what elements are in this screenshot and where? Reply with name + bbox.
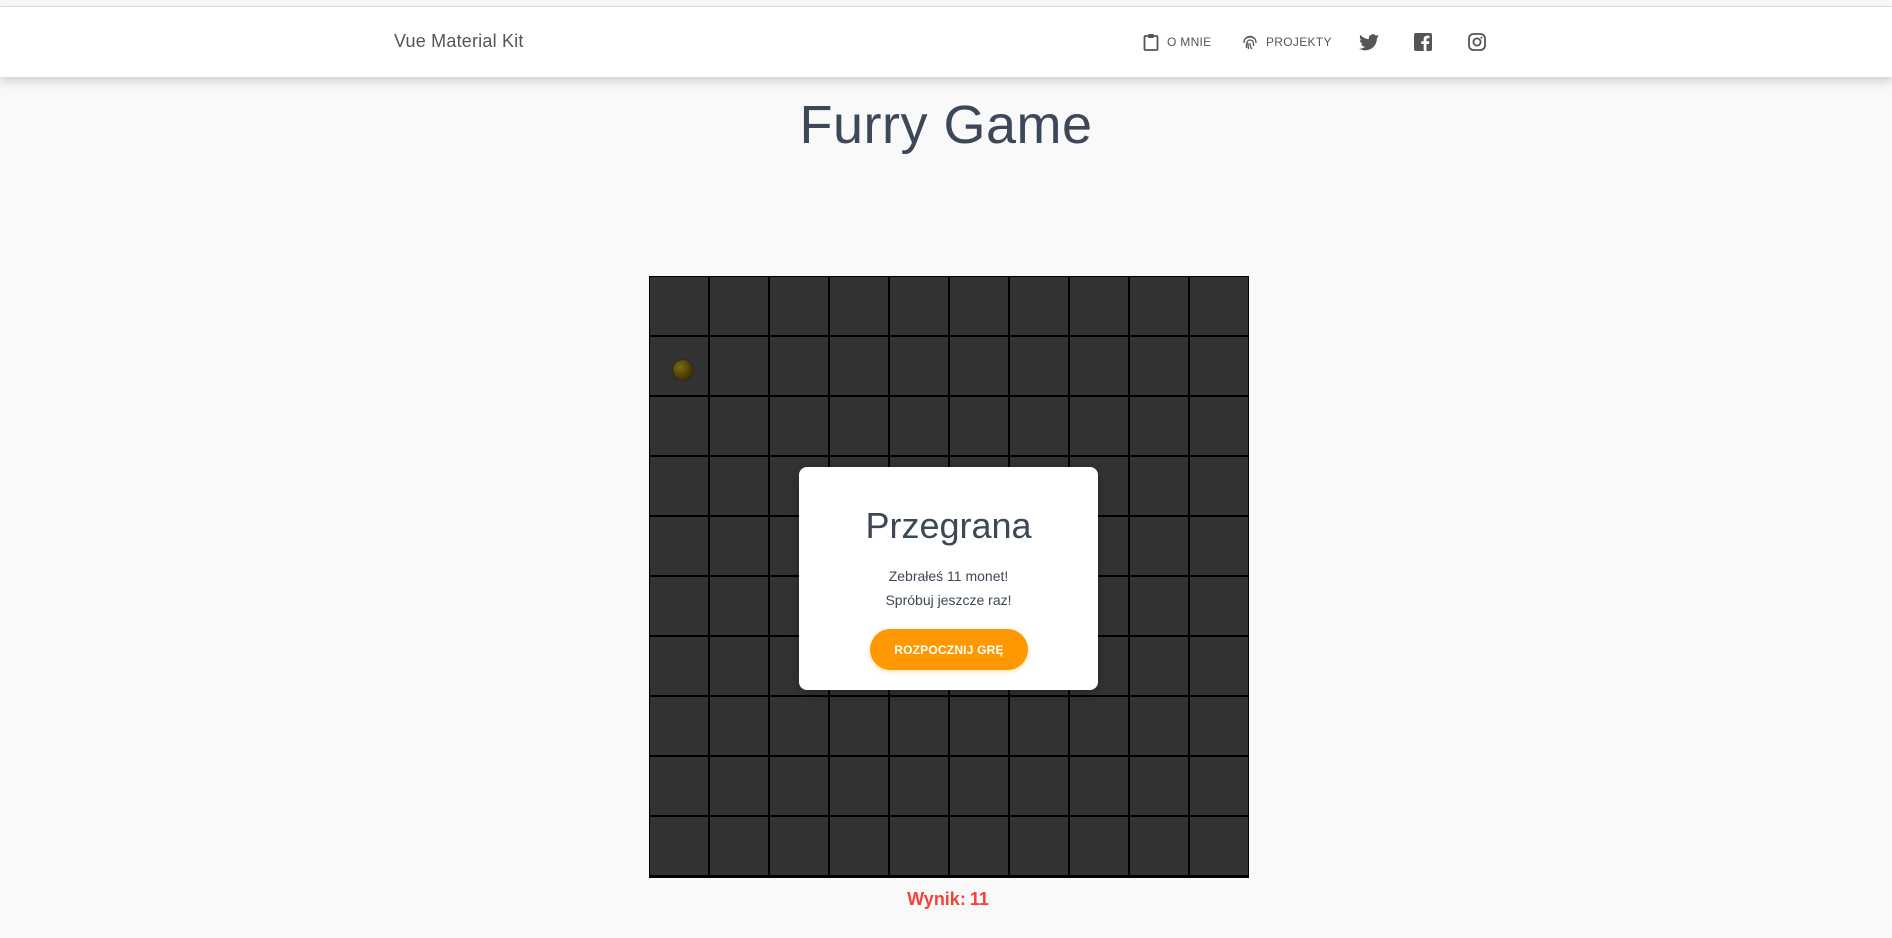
board-cell [1010,817,1068,875]
board-cell [950,697,1008,755]
board-cell [1130,817,1188,875]
board-cell [1190,817,1248,875]
board-cell [890,817,948,875]
board-cell [890,337,948,395]
board-cell [650,757,708,815]
board-cell [1130,517,1188,575]
clipboard-icon [1143,33,1159,51]
board-cell [1190,577,1248,635]
board-cell [1010,397,1068,455]
board-cell [1070,397,1128,455]
board-cell [710,457,768,515]
board-cell [710,697,768,755]
board-cell [770,817,828,875]
board-cell [710,517,768,575]
board-cell [1070,337,1128,395]
board-cell [770,397,828,455]
board-cell [650,277,708,335]
board-cell [1190,697,1248,755]
board-cell [830,337,888,395]
board-cell [950,277,1008,335]
board-cell [890,397,948,455]
board-cell [650,397,708,455]
board-cell [830,697,888,755]
board-cell [1130,697,1188,755]
nav-item-projekty[interactable]: Projekty [1242,29,1332,55]
board-cell [650,637,708,695]
board-cell [830,277,888,335]
board-cell [950,757,1008,815]
score-value: 11 [969,889,989,909]
board-cell [1010,757,1068,815]
board-cell [650,457,708,515]
board-cell [830,757,888,815]
coin-icon [673,360,693,380]
board-cell [1130,577,1188,635]
board-cell [830,397,888,455]
board-cell [770,697,828,755]
board-cell [1130,637,1188,695]
board-cell [710,817,768,875]
board-cell [1130,337,1188,395]
board-cell [950,397,1008,455]
board-cell [650,697,708,755]
board-cell [650,577,708,635]
board-cell [650,517,708,575]
board-cell [1010,697,1068,755]
board-cell [950,817,1008,875]
dialog-title: Przegrana [865,505,1032,546]
score-label: Wynik: [907,889,966,909]
navbar: Vue Material Kit O mnie Projekty [0,7,1892,77]
game-over-dialog: Przegrana Zebrałeś 11 monet! Spróbuj jes… [799,467,1098,690]
fingerprint-icon [1242,33,1258,51]
board-cell [1190,517,1248,575]
score: Wynik: 11 [0,889,1892,910]
board-cell [1070,817,1128,875]
board-cell [1010,277,1068,335]
nav-item-label: Projekty [1266,35,1332,49]
board-cell [710,277,768,335]
board-cell [1190,457,1248,515]
board-cell [890,757,948,815]
board-cell [950,337,1008,395]
collected-coins-text: Zebrałeś 11 monet! [888,568,1009,584]
nav-item-o-mnie[interactable]: O mnie [1143,29,1211,55]
board-cell [1130,397,1188,455]
board-cell [830,817,888,875]
facebook-icon[interactable] [1410,29,1436,55]
twitter-icon[interactable] [1356,29,1382,55]
nav-item-label: O mnie [1167,35,1212,49]
board-cell [1190,757,1248,815]
start-game-button[interactable]: ROZPOCZNIJ GRĘ [870,629,1028,670]
instagram-icon[interactable] [1464,29,1490,55]
brand-link[interactable]: Vue Material Kit [394,31,524,52]
board-cell [1130,457,1188,515]
board-cell [710,637,768,695]
board-cell [650,817,708,875]
board-cell [1070,757,1128,815]
board-cell [890,277,948,335]
board-cell [1070,277,1128,335]
board-cell [1190,337,1248,395]
board-cell [1130,757,1188,815]
board-cell [1190,637,1248,695]
board-cell [890,697,948,755]
board-cell [770,337,828,395]
board-cell [1070,697,1128,755]
board-cell [1190,397,1248,455]
board-cell [710,577,768,635]
board-cell [1130,277,1188,335]
board-cell [710,757,768,815]
board-cell [770,277,828,335]
try-again-text: Spróbuj jeszcze raz! [885,592,1012,608]
board-cell [710,337,768,395]
board-cell [1010,337,1068,395]
board-cell [1190,277,1248,335]
page-title: Furry Game [799,95,1093,155]
board-cell [770,757,828,815]
board-cell [710,397,768,455]
